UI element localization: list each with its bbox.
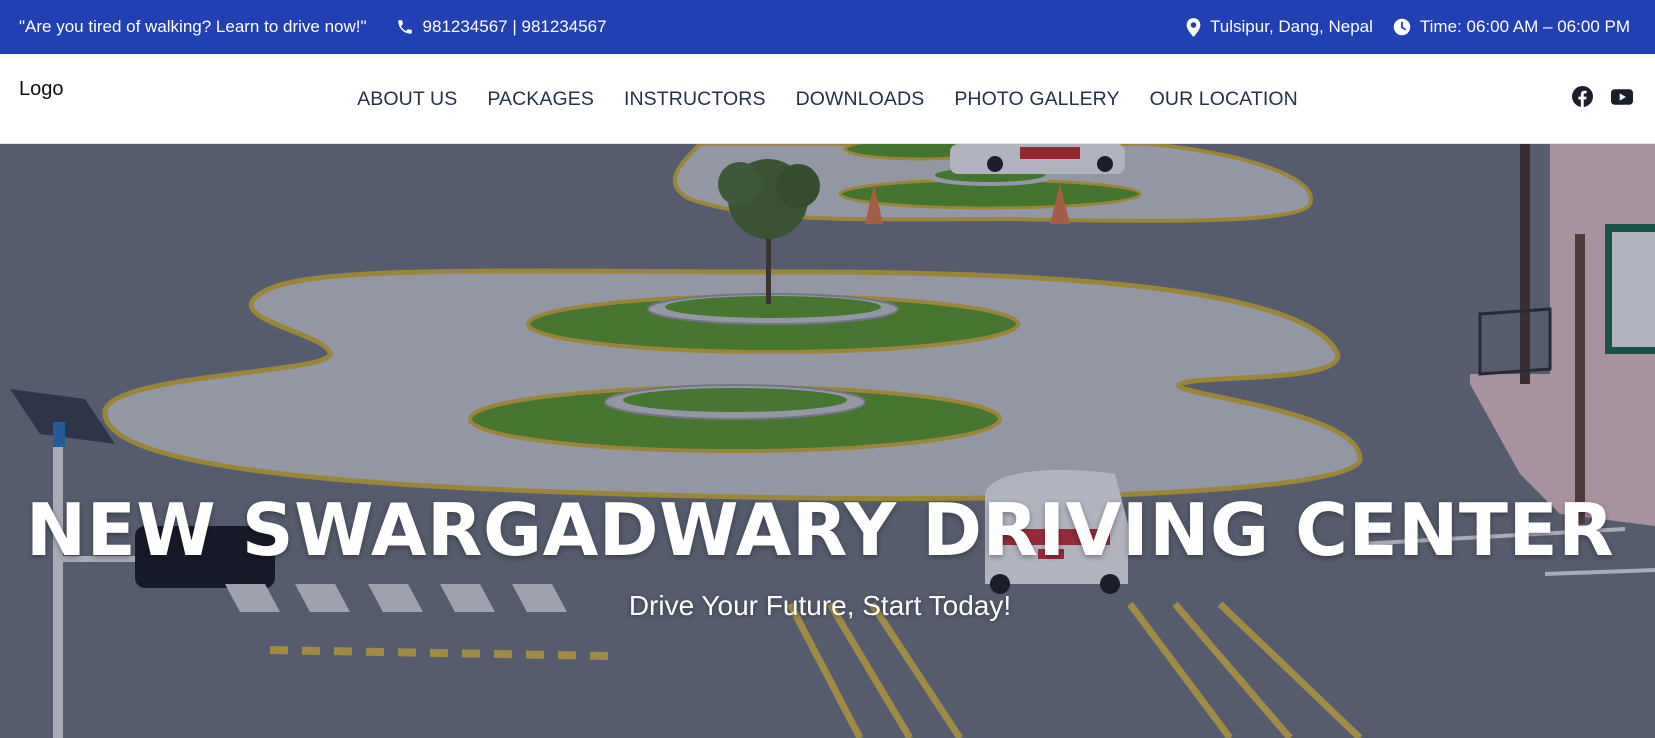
nav-link-our-location[interactable]: OUR LOCATION <box>1150 88 1298 111</box>
main-navbar: Logo ABOUT US PACKAGES INSTRUCTORS DOWNL… <box>0 54 1655 144</box>
top-info-right: Tulsipur, Dang, Nepal Time: 06:00 AM – 0… <box>1186 17 1630 37</box>
nav-link-downloads[interactable]: DOWNLOADS <box>796 88 925 111</box>
nav-link-photo-gallery[interactable]: PHOTO GALLERY <box>954 88 1119 111</box>
hero-background-image <box>0 144 1655 738</box>
main-nav: ABOUT US PACKAGES INSTRUCTORS DOWNLOADS … <box>0 54 1655 144</box>
opening-hours-text: Time: 06:00 AM – 06:00 PM <box>1419 17 1630 36</box>
youtube-icon[interactable] <box>1611 88 1633 105</box>
map-pin-icon <box>1186 17 1201 37</box>
phone-number-link[interactable]: 981234567 | 981234567 <box>423 17 607 37</box>
hero-banner: NEW SWARGADWARY DRIVING CENTER Drive You… <box>0 144 1655 738</box>
nav-link-about-us[interactable]: ABOUT US <box>357 88 457 111</box>
hero-subtitle: Drive Your Future, Start Today! <box>628 590 1012 621</box>
nav-link-packages[interactable]: PACKAGES <box>487 88 594 111</box>
facebook-icon[interactable] <box>1572 86 1593 107</box>
top-info-left: "Are you tired of walking? Learn to driv… <box>19 17 607 37</box>
top-info-bar: "Are you tired of walking? Learn to driv… <box>0 0 1655 54</box>
social-links <box>1554 86 1633 107</box>
tagline: "Are you tired of walking? Learn to driv… <box>19 17 367 36</box>
clock-icon <box>1393 18 1411 36</box>
nav-link-instructors[interactable]: INSTRUCTORS <box>624 88 766 111</box>
phone-icon <box>396 18 414 36</box>
hero-title: NEW SWARGADWARY DRIVING CENTER <box>25 488 1615 572</box>
location-text: Tulsipur, Dang, Nepal <box>1210 17 1373 36</box>
